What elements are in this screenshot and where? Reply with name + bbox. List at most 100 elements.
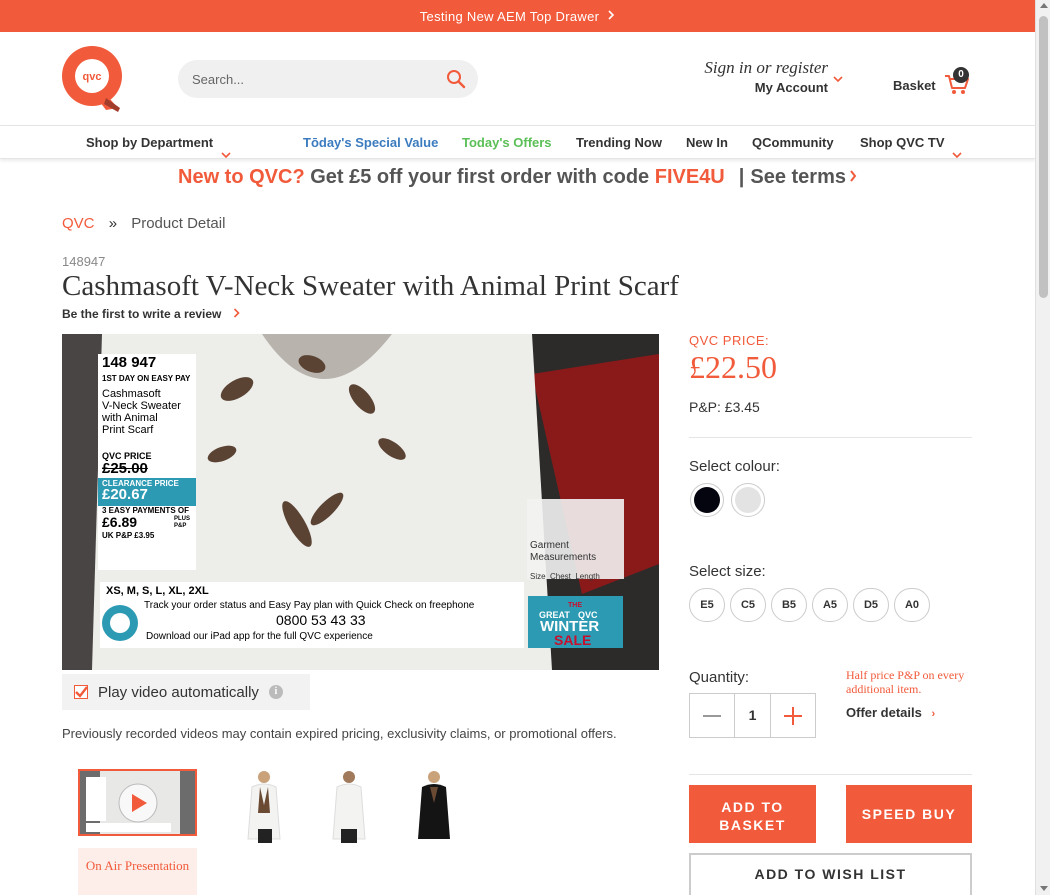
breadcrumb: QVC » Product Detail [62, 215, 225, 232]
breadcrumb-current: Product Detail [131, 215, 226, 232]
size-option[interactable]: C5 [730, 588, 766, 622]
autoplay-toggle[interactable]: Play video automatically i [62, 674, 310, 710]
info-icon[interactable]: i [268, 685, 283, 699]
chevron-down-icon[interactable] [832, 72, 844, 84]
sign-in-register[interactable]: Sign in or register My Account [682, 58, 828, 95]
overlay-name-line: Print Scarf [102, 424, 154, 436]
promo-lead: New to QVC? [178, 165, 305, 188]
top-banner-text: Testing New AEM Top Drawer [419, 8, 600, 24]
promo-see-terms[interactable]: See terms [750, 166, 846, 189]
add-to-basket-button[interactable]: ADD TO BASKET [689, 785, 816, 843]
overlay-ipad: Download our iPad app for the full QVC e… [146, 631, 373, 642]
divider [689, 774, 972, 775]
thumbnail-white-back[interactable] [325, 769, 375, 843]
my-account-link[interactable]: My Account [682, 80, 828, 95]
product-thumbnail-image [247, 771, 281, 843]
swatch-fill [735, 487, 761, 513]
product-thumbnail-image [418, 771, 450, 839]
overlay-name-line: V-Neck Sweater [102, 400, 181, 412]
autoplay-label: Play video automatically [98, 683, 259, 701]
product-thumbnail-image [332, 771, 366, 843]
thumbnail-white-front[interactable] [240, 769, 290, 843]
overlay-sale-sale: SALE [554, 632, 592, 648]
offer-details-link[interactable]: Offer details › [846, 705, 935, 720]
chevron-right-icon [233, 307, 240, 321]
video-thumbnail-image [80, 771, 195, 834]
plus-icon [784, 707, 802, 725]
postage-price: P&P: £3.45 [689, 399, 760, 415]
size-label: Select size: [689, 563, 766, 580]
write-review-link[interactable]: Be the first to write a review [62, 307, 240, 321]
main-nav: Shop by Department Tōday's Special Value… [0, 126, 1035, 159]
nav-trending-now[interactable]: Trending Now [576, 126, 662, 159]
swatch-fill [694, 487, 720, 513]
top-banner[interactable]: Testing New AEM Top Drawer [0, 0, 1035, 32]
colour-swatch-light-grey[interactable] [731, 483, 765, 517]
svg-text:qvc: qvc [83, 71, 102, 83]
overlay-name-line: with Animal [102, 412, 158, 424]
overlay-garment-cols: Size Chest Length [530, 572, 600, 581]
overlay-plus-pp: PLUS P&P [174, 516, 191, 529]
overlay-item-number: 148 947 [102, 354, 157, 371]
nav-shop-by-department[interactable]: Shop by Department [86, 126, 231, 159]
write-review-label: Be the first to write a review [62, 307, 222, 321]
promo-banner[interactable]: New to QVC? Get £5 off your first order … [0, 160, 1035, 194]
search-bar [178, 60, 478, 98]
speed-buy-button[interactable]: SPEED BUY [846, 785, 972, 843]
nav-new-in[interactable]: New In [686, 126, 728, 159]
product-video-player[interactable]: 148 947 1ST DAY ON EASY PAY Cashmasoft V… [62, 334, 659, 670]
quantity-value[interactable]: 1 [734, 694, 771, 737]
half-price-note: Half price P&P on every additional item. [846, 668, 965, 696]
overlay-uk-pp: UK P&P £3.95 [102, 531, 155, 540]
nav-label: Shop by Department [86, 135, 214, 150]
nav-shop-qvc-tv[interactable]: Shop QVC TV [860, 126, 962, 159]
size-option[interactable]: D5 [853, 588, 889, 622]
size-option[interactable]: A5 [812, 588, 848, 622]
overlay-old-price: £25.00 [102, 460, 148, 477]
scroll-down-icon[interactable] [1040, 886, 1048, 891]
overlay-name-line: Cashmasoft [102, 388, 161, 400]
add-to-wish-list-button[interactable]: ADD TO WISH LIST [689, 853, 972, 895]
overlay-easy-payment: £6.89 [102, 514, 138, 530]
overlay-track: Track your order status and Easy Pay pla… [144, 600, 475, 611]
scrollbar-thumb[interactable] [1039, 16, 1048, 298]
colour-swatch-black[interactable] [690, 483, 724, 517]
on-air-presentation-label[interactable]: On Air Presentation [78, 848, 197, 895]
nav-label: Shop QVC TV [860, 135, 945, 150]
chevron-down-icon [952, 139, 962, 158]
item-number: 148947 [62, 254, 106, 269]
size-option[interactable]: E5 [689, 588, 725, 622]
quantity-label: Quantity: [689, 669, 750, 686]
price-label: QVC PRICE: [689, 333, 770, 348]
nav-todays-offers[interactable]: Today's Offers [462, 126, 552, 159]
search-input[interactable] [192, 71, 442, 87]
breadcrumb-home[interactable]: QVC [62, 215, 95, 232]
overlay-clearance-price: £20.67 [102, 486, 148, 503]
nav-todays-special-value[interactable]: Tōday's Special Value [303, 126, 438, 159]
search-icon[interactable] [446, 69, 466, 89]
promo-text: Get £5 off your first order with code [310, 165, 650, 188]
autoplay-checkbox[interactable] [74, 685, 88, 699]
scroll-up-icon[interactable] [1040, 3, 1048, 8]
quantity-stepper: 1 [689, 693, 816, 738]
qvc-logo[interactable]: qvc [62, 46, 124, 112]
quantity-decrease-button[interactable] [690, 694, 734, 737]
video-disclaimer: Previously recorded videos may contain e… [62, 726, 617, 741]
thumbnail-black-front[interactable] [410, 769, 460, 843]
sign-in-link[interactable]: Sign in or register [682, 58, 828, 78]
overlay-sizes: XS, M, S, L, XL, 2XL [106, 585, 209, 597]
size-option[interactable]: B5 [771, 588, 807, 622]
minus-icon [703, 715, 721, 717]
overlay-easy-pay: 1ST DAY ON EASY PAY [102, 374, 191, 383]
overlay-phone: 0800 53 43 33 [276, 612, 366, 628]
offer-details-label: Offer details [846, 705, 922, 720]
thumbnail-video[interactable] [78, 769, 197, 836]
nav-qcommunity[interactable]: QCommunity [752, 126, 834, 159]
quantity-increase-button[interactable] [771, 694, 815, 737]
divider [689, 437, 972, 438]
chevron-right-icon [849, 166, 857, 189]
page-scrollbar[interactable] [1035, 0, 1050, 895]
chevron-right-icon [607, 9, 615, 23]
size-option[interactable]: A0 [894, 588, 930, 622]
page: Testing New AEM Top Drawer qvc Sign in o… [0, 0, 1050, 895]
